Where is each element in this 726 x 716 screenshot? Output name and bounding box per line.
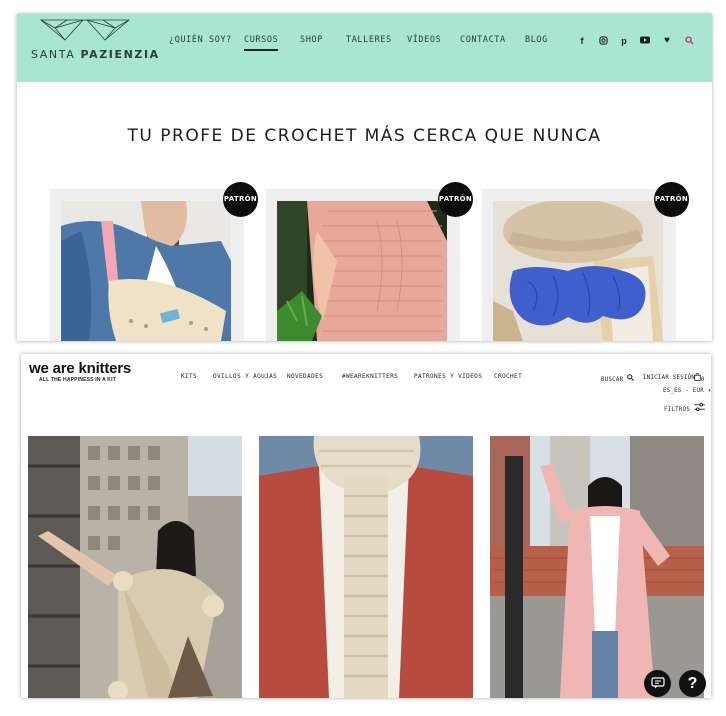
patron-badge: PATRÓN	[438, 182, 473, 217]
chevron-down-icon: ▾	[703, 388, 711, 394]
nav-item-patrones[interactable]: PATRONES Y VÍDEOS	[414, 373, 482, 380]
instagram-icon[interactable]	[598, 36, 608, 46]
brand-tagline: ALL THE HAPPINESS IN A KIT	[39, 377, 116, 383]
we-are-knitters-window: we are knitters ALL THE HAPPINESS IN A K…	[21, 354, 711, 698]
nav-item-talleres[interactable]: TALLERES	[346, 35, 392, 45]
logo-geometric-icon	[39, 19, 131, 41]
brand-logo[interactable]: we are knitters	[29, 360, 131, 377]
site-logo[interactable]: SANTA PAZIENZIA	[31, 16, 158, 76]
logo-text: SANTA PAZIENZIA	[31, 48, 158, 61]
product-image[interactable]	[490, 436, 704, 698]
locale-label: ES_ES - EUR	[663, 388, 704, 394]
course-image[interactable]	[493, 201, 663, 341]
nav-item-weareknitters[interactable]: #WEAREKNITTERS	[342, 373, 398, 380]
search-icon	[627, 374, 634, 381]
logo-text-bold: PAZIENZIA	[80, 48, 160, 61]
nav-item-videos[interactable]: VÍDEOS	[407, 35, 441, 45]
logo-text-light: SANTA	[31, 48, 81, 61]
heart-icon[interactable]: ♥	[662, 36, 672, 46]
page-headline: TU PROFE DE CROCHET MÁS CERCA QUE NUNCA	[127, 126, 602, 146]
nav-item-shop[interactable]: SHOP	[300, 35, 323, 45]
pinterest-icon[interactable]: p	[619, 36, 629, 46]
course-image[interactable]	[277, 201, 447, 341]
cart-count: 0	[701, 377, 705, 383]
cart-button[interactable]: 0	[694, 373, 705, 383]
search-link[interactable]: BUSCAR	[601, 374, 634, 383]
product-image[interactable]	[259, 436, 473, 698]
patron-badge: PATRÓN	[654, 182, 689, 217]
login-link[interactable]: INICIAR SESIÓN	[643, 375, 695, 381]
chat-button[interactable]	[644, 670, 671, 697]
filters-button[interactable]: FILTROS	[664, 403, 705, 413]
nav-item-contacta[interactable]: CONTACTA	[460, 35, 506, 45]
nav-item-kits[interactable]: KITS	[181, 373, 197, 380]
filters-label: FILTROS	[664, 407, 691, 413]
site-header: SANTA PAZIENZIA ¿QUIÉN SOY? CURSOS SHOP …	[17, 14, 712, 82]
chat-icon	[650, 677, 665, 689]
nav-item-cursos[interactable]: CURSOS	[244, 35, 279, 51]
product-image[interactable]	[28, 436, 242, 698]
search-label: BUSCAR	[601, 377, 624, 383]
nav-item-novedades[interactable]: NOVEDADES	[287, 373, 323, 380]
filters-icon	[693, 403, 705, 411]
youtube-icon[interactable]	[640, 36, 650, 46]
help-button[interactable]: ?	[679, 670, 706, 697]
course-image[interactable]	[61, 201, 231, 341]
bag-icon	[694, 373, 701, 381]
help-icon: ?	[687, 675, 698, 692]
nav-item-crochet[interactable]: CROCHET	[494, 373, 522, 380]
nav-item-quien-soy[interactable]: ¿QUIÉN SOY?	[169, 35, 232, 45]
locale-selector[interactable]: ES_ES - EUR ▾	[663, 388, 711, 394]
facebook-icon[interactable]: f	[577, 36, 587, 46]
course-card[interactable]	[266, 189, 460, 341]
nav-item-ovillos[interactable]: OVILLOS Y AGUJAS	[213, 373, 277, 380]
nav-item-blog[interactable]: BLOG	[525, 35, 548, 45]
course-card[interactable]	[50, 189, 244, 341]
search-icon[interactable]	[684, 36, 694, 46]
santa-pazienzia-window: SANTA PAZIENZIA ¿QUIÉN SOY? CURSOS SHOP …	[17, 14, 712, 341]
course-card[interactable]	[482, 189, 676, 341]
patron-badge: PATRÓN	[223, 182, 258, 217]
